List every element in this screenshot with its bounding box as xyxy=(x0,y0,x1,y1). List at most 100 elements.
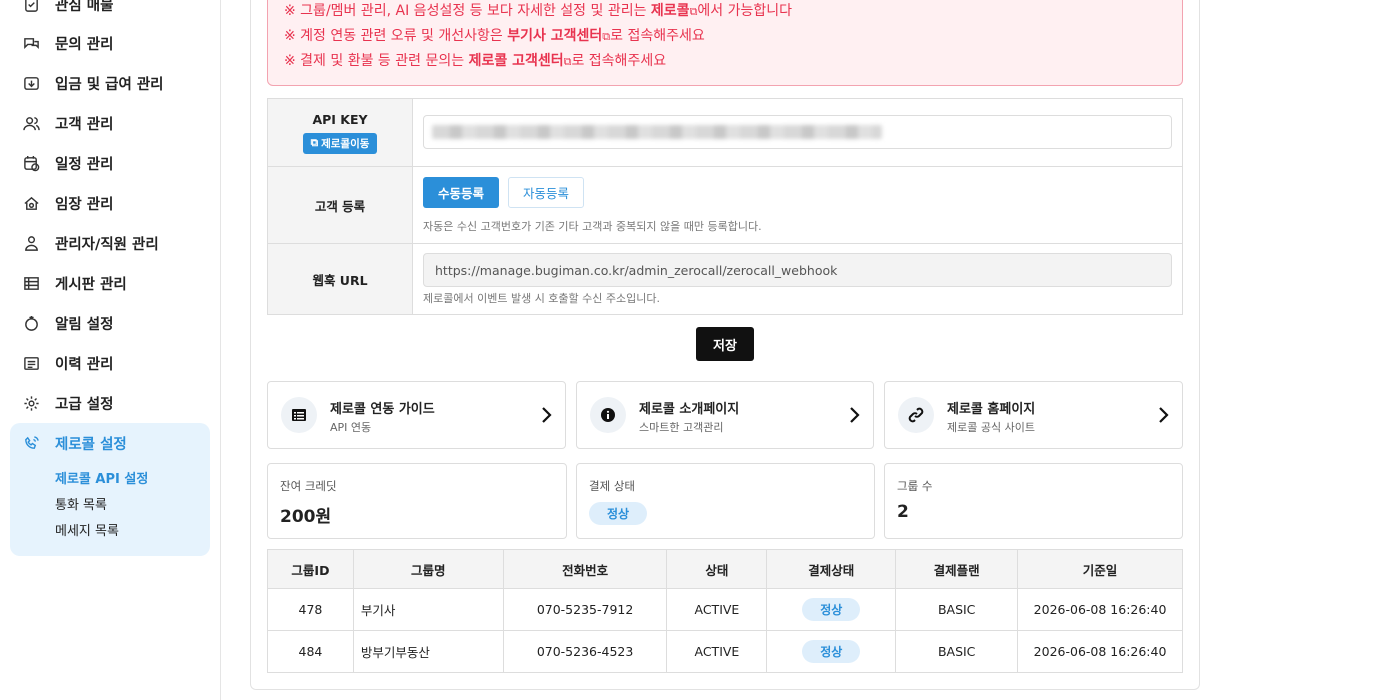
sidebar-item-label: 임장 관리 xyxy=(55,196,114,213)
board-icon xyxy=(22,274,40,292)
card-subtitle: 스마트한 고객관리 xyxy=(639,421,724,434)
notice-text: 에서 가능합니다 xyxy=(697,3,793,19)
customer-reg-label-cell: 고객 등록 xyxy=(268,167,413,243)
webhook-cell: https://manage.bugiman.co.kr/admin_zeroc… xyxy=(413,244,1182,314)
api-key-row: API KEY ⧉ 제로콜이동 xyxy=(268,99,1182,167)
chevron-right-icon xyxy=(849,406,861,424)
sidebar-item-staff[interactable]: 관리자/직원 관리 xyxy=(22,232,159,254)
group-table: 그룹ID 그룹명 전화번호 상태 결제상태 결제플랜 기준일 478 부기사 0… xyxy=(267,549,1183,673)
webhook-url-field[interactable]: https://manage.bugiman.co.kr/admin_zeroc… xyxy=(423,253,1172,287)
cell-date: 2026-06-08 16:26:40 xyxy=(1017,588,1183,631)
stat-label: 잔여 크레딧 xyxy=(280,479,337,493)
history-icon xyxy=(22,354,40,372)
stat-label: 그룹 수 xyxy=(897,479,933,493)
table-row: 484 방부기부동산 070-5236-4523 ACTIVE 정상 BASIC… xyxy=(267,630,1183,673)
zerocall-link[interactable]: 제로콜 xyxy=(651,3,690,19)
auto-register-button[interactable]: 자동등록 xyxy=(508,177,584,208)
sidebar-item-label: 관리자/직원 관리 xyxy=(55,236,159,253)
webhook-label-cell: 웹훅 URL xyxy=(268,244,413,314)
cell-status: ACTIVE xyxy=(666,630,768,673)
cell-payment-status: 정상 xyxy=(766,588,897,631)
sidebar: 관심 매물 문의 관리 입금 및 급여 관리 고객 관리 일정 관리 임장 관리… xyxy=(0,0,221,700)
card-subtitle: 제로콜 공식 사이트 xyxy=(947,421,1035,434)
api-key-label: API KEY xyxy=(312,111,368,127)
sidebar-item-history[interactable]: 이력 관리 xyxy=(22,352,113,374)
save-button[interactable]: 저장 xyxy=(696,327,754,361)
deposit-icon xyxy=(22,74,40,92)
stat-value: 정상 xyxy=(589,502,647,525)
sidebar-item-label: 제로콜 설정 xyxy=(55,436,127,453)
list-icon xyxy=(281,397,317,433)
cell-group-name: 부기사 xyxy=(352,588,504,631)
column-header: 결제플랜 xyxy=(895,549,1019,589)
table-header-row: 그룹ID 그룹명 전화번호 상태 결제상태 결제플랜 기준일 xyxy=(267,549,1183,589)
external-link-icon: ⧉ xyxy=(602,30,611,43)
sidebar-item-customers[interactable]: 고객 관리 xyxy=(22,112,113,134)
favorite-listing-icon xyxy=(22,0,40,13)
card-intro-page[interactable]: 제로콜 소개페이지 스마트한 고객관리 xyxy=(576,381,874,449)
sidebar-item-inquiry[interactable]: 문의 관리 xyxy=(22,32,113,54)
column-header: 그룹명 xyxy=(352,549,504,589)
status-badge: 정상 xyxy=(802,598,861,621)
webhook-label: 웹훅 URL xyxy=(312,272,368,288)
stat-groups: 그룹 수 2 xyxy=(884,463,1183,539)
sub-item-message-list[interactable]: 메세지 목록 xyxy=(55,520,119,539)
stat-value: 2 xyxy=(897,502,909,522)
card-homepage[interactable]: 제로콜 홈페이지 제로콜 공식 사이트 xyxy=(884,381,1183,449)
cell-plan: BASIC xyxy=(895,588,1019,631)
card-title: 제로콜 연동 가이드 xyxy=(330,402,435,417)
sidebar-item-label: 알림 설정 xyxy=(55,316,114,333)
card-title: 제로콜 홈페이지 xyxy=(947,402,1036,417)
sidebar-item-notification[interactable]: 알림 설정 xyxy=(22,312,113,334)
bugisa-support-link[interactable]: 부기사 고객센터 xyxy=(507,28,602,44)
status-badge: 정상 xyxy=(802,640,861,663)
sidebar-item-label: 일정 관리 xyxy=(55,156,114,173)
cell-status: ACTIVE xyxy=(666,588,768,631)
sidebar-item-favorites[interactable]: 관심 매물 xyxy=(22,0,113,15)
notice-text: ※ 그룹/멤버 관리, AI 음성설정 등 보다 자세한 설정 및 관리는 xyxy=(284,3,651,19)
sub-item-call-list[interactable]: 통화 목록 xyxy=(55,494,107,513)
card-integration-guide[interactable]: 제로콜 연동 가이드 API 연동 xyxy=(267,381,566,449)
sidebar-item-zerocall[interactable]: 제로콜 설정 xyxy=(22,432,127,454)
redacted-api-key xyxy=(432,125,882,139)
customer-reg-row: 고객 등록 수동등록 자동등록 자동은 수신 고객번호가 기존 기타 고객과 중… xyxy=(268,167,1182,244)
chevron-right-icon xyxy=(541,406,553,424)
stat-credit: 잔여 크레딧 200원 xyxy=(267,463,567,539)
cell-group-id: 484 xyxy=(267,630,354,673)
manual-register-button[interactable]: 수동등록 xyxy=(423,177,499,208)
sub-item-api-settings[interactable]: 제로콜 API 설정 xyxy=(55,468,148,487)
zerocall-support-link[interactable]: 제로콜 고객센터 xyxy=(469,53,564,69)
cell-date: 2026-06-08 16:26:40 xyxy=(1017,630,1183,673)
column-header: 기준일 xyxy=(1017,549,1183,589)
sidebar-item-site-visit[interactable]: 임장 관리 xyxy=(22,192,113,214)
customer-reg-help: 자동은 수신 고객번호가 기존 기타 고객과 중복되지 않을 때만 등록합니다. xyxy=(423,220,762,233)
external-link-icon: ⧉ xyxy=(310,136,319,149)
card-title: 제로콜 소개페이지 xyxy=(639,402,740,417)
notice-text: 로 접속해주세요 xyxy=(571,53,667,69)
api-key-cell xyxy=(413,99,1182,166)
customer-reg-cell: 수동등록 자동등록 자동은 수신 고객번호가 기존 기타 고객과 중복되지 않을… xyxy=(413,167,1182,243)
cell-payment-status: 정상 xyxy=(766,630,897,673)
notice-box: ※ 그룹/멤버 관리, AI 음성설정 등 보다 자세한 설정 및 관리는 제로… xyxy=(267,0,1183,86)
sidebar-item-label: 관심 매물 xyxy=(55,0,114,14)
sidebar-item-deposit[interactable]: 입금 및 급여 관리 xyxy=(22,72,164,94)
sidebar-item-schedule[interactable]: 일정 관리 xyxy=(22,152,113,174)
sidebar-item-label: 게시판 관리 xyxy=(55,276,127,293)
zerocall-go-button[interactable]: ⧉ 제로콜이동 xyxy=(302,132,378,154)
cell-plan: BASIC xyxy=(895,630,1019,673)
info-icon xyxy=(590,397,626,433)
notification-icon xyxy=(22,314,40,332)
sidebar-item-board[interactable]: 게시판 관리 xyxy=(22,272,127,294)
sidebar-item-advanced[interactable]: 고급 설정 xyxy=(22,392,113,414)
sidebar-item-label: 고급 설정 xyxy=(55,396,114,413)
api-key-input[interactable] xyxy=(423,115,1172,149)
stat-payment: 결제 상태 정상 xyxy=(576,463,875,539)
notice-line-1: ※ 그룹/멤버 관리, AI 음성설정 등 보다 자세한 설정 및 관리는 제로… xyxy=(284,0,792,20)
gear-icon xyxy=(22,394,40,412)
notice-text: ※ 결제 및 환불 등 관련 문의는 xyxy=(284,53,469,69)
sidebar-item-label: 이력 관리 xyxy=(55,356,114,373)
notice-text: 로 접속해주세요 xyxy=(610,28,705,44)
sidebar-group-zerocall: 제로콜 설정 제로콜 API 설정 통화 목록 메세지 목록 xyxy=(10,423,210,556)
staff-icon xyxy=(22,234,40,252)
column-header: 그룹ID xyxy=(267,549,354,589)
